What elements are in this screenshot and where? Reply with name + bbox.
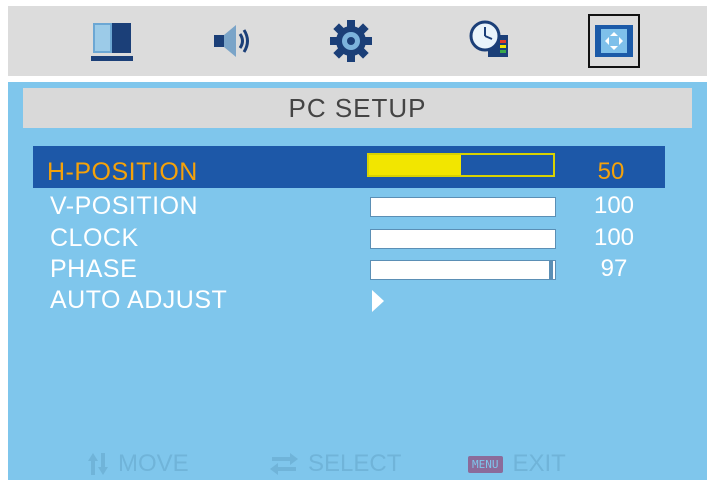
menu-item-clock[interactable]: CLOCK 100 [36,224,666,254]
gear-icon [330,20,372,62]
item-value: 100 [593,192,635,219]
item-label: PHASE [50,255,138,283]
menu-item-auto-adjust[interactable]: AUTO ADJUST [36,286,666,316]
clock-icon [469,20,508,57]
phase-slider[interactable] [370,260,556,280]
menu-item-phase[interactable]: PHASE 97 [36,255,666,285]
menu-item-h-position[interactable]: H-POSITION 50 [33,146,665,188]
screen-adjust-icon [595,25,633,57]
tab-pc-setup[interactable] [588,14,640,68]
item-value: 50 [597,158,625,185]
move-label: MOVE [118,450,189,477]
item-label: V-POSITION [50,192,199,220]
select-label: SELECT [308,450,402,477]
monitor-icon [91,23,133,61]
item-label: H-POSITION [47,158,198,186]
menu-item-v-position[interactable]: V-POSITION 100 [36,192,666,222]
help-footer: MOVE SELECT MENU EXIT [8,450,707,480]
play-arrow-icon[interactable] [372,290,384,312]
item-value: 97 [600,255,628,282]
up-down-arrow-icon [88,453,108,475]
slider-fill [371,198,555,216]
osd-panel: PC SETUP H-POSITION 50 V-POSITION 100 CL… [8,82,707,480]
clock-slider[interactable] [370,229,556,249]
select-hint: SELECT [270,450,401,478]
slider-fill [371,261,554,279]
speaker-icon [214,25,249,57]
tab-audio[interactable] [203,14,255,68]
page-title: PC SETUP [23,88,692,128]
menu-tab-bar [8,6,707,76]
h-position-slider[interactable] [367,153,555,177]
item-label: AUTO ADJUST [50,286,228,314]
tab-timer[interactable] [465,14,517,68]
tab-settings[interactable] [325,14,377,68]
move-hint: MOVE [88,450,189,478]
exit-label: EXIT [512,450,566,477]
v-position-slider[interactable] [370,197,556,217]
menu-key-icon: MENU [468,455,503,473]
slider-fill [371,230,555,248]
item-value: 100 [593,224,635,251]
item-label: CLOCK [50,224,139,252]
tab-picture[interactable] [86,14,138,68]
slider-fill [369,155,461,175]
exit-hint: MENU EXIT [468,450,566,478]
left-right-arrow-icon [270,453,298,475]
